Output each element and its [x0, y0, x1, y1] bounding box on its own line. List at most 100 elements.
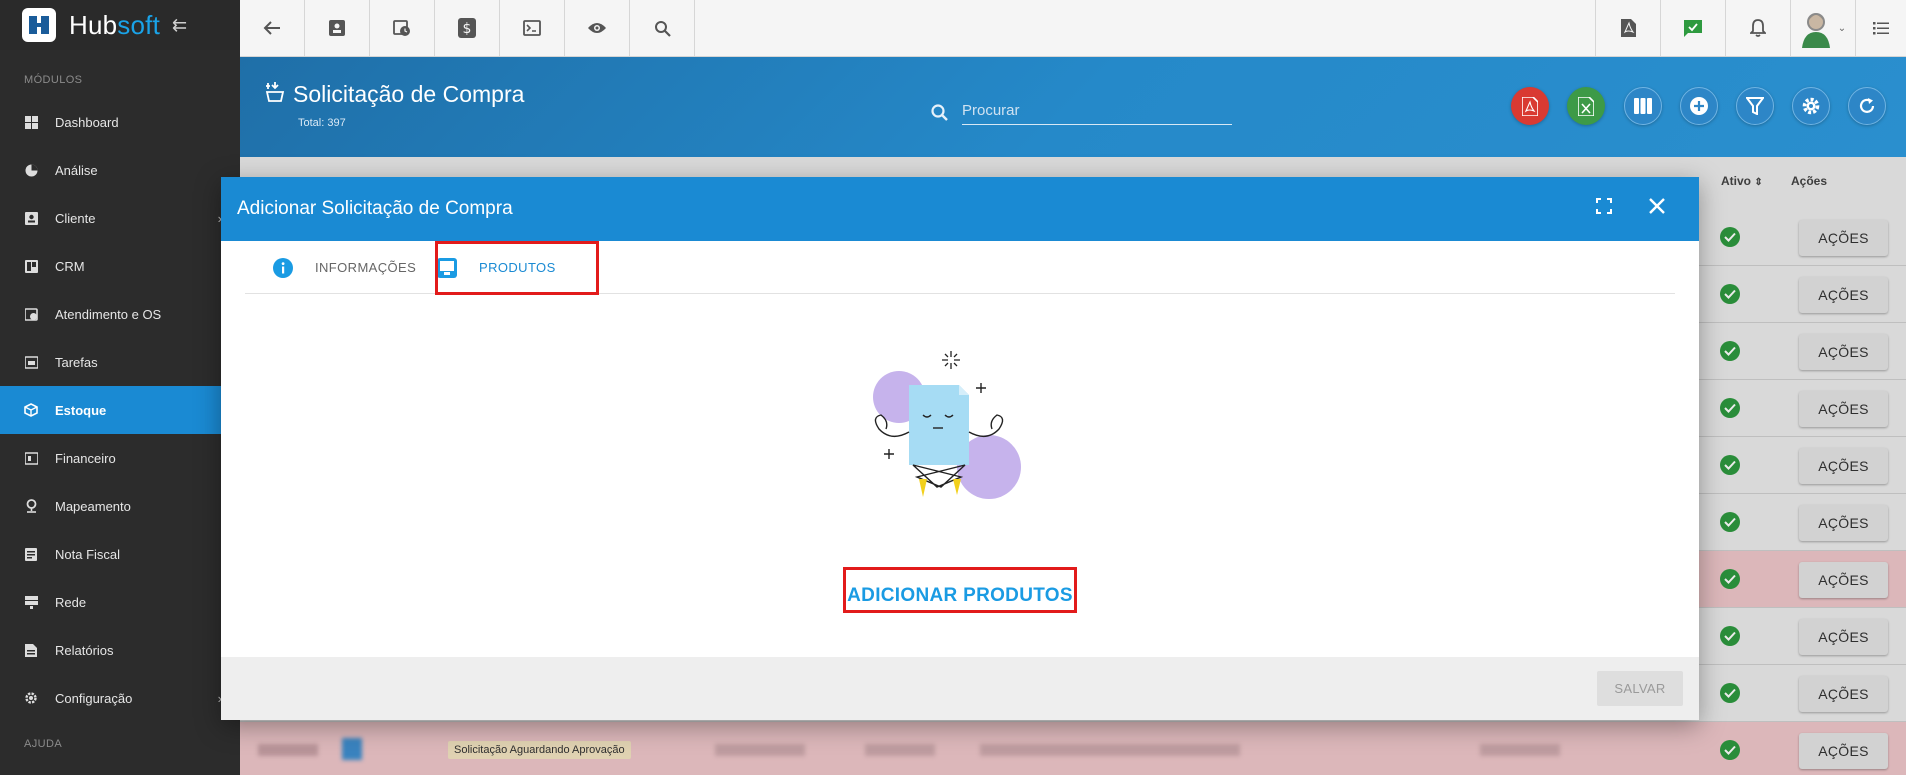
sidebar-item-tarefas[interactable]: Tarefas — [0, 338, 240, 386]
sidebar-item-label: Financeiro — [55, 450, 116, 466]
messages-button[interactable] — [1660, 0, 1725, 56]
sidebar-item-dashboard[interactable]: Dashboard — [0, 98, 240, 146]
sidebar-item-mapeamento[interactable]: Mapeamento — [0, 482, 240, 530]
sidebar-item-configuracao[interactable]: Configuração › — [0, 674, 240, 722]
terminal-button[interactable] — [500, 0, 565, 56]
sidebar: Hubsoft ⇇ MÓDULOS Dashboard Análise Clie… — [0, 0, 240, 775]
expand-icon — [1596, 198, 1612, 214]
bell-icon — [1750, 19, 1766, 37]
arrow-left-icon — [263, 21, 280, 35]
dollar-icon: $ — [458, 18, 476, 38]
sidebar-item-label: CRM — [55, 258, 85, 274]
calendar-clock-icon — [24, 307, 38, 321]
pdf-file-icon — [1522, 96, 1538, 116]
filter-button[interactable] — [1736, 87, 1774, 125]
modal-header: Adicionar Solicitação de Compra — [221, 177, 1699, 241]
export-pdf-button[interactable] — [1511, 87, 1549, 125]
pdf-file-icon — [1620, 19, 1636, 37]
modules-section-label: MÓDULOS — [24, 74, 83, 86]
dashboard-icon — [24, 115, 38, 129]
save-button[interactable]: SALVAR — [1597, 671, 1683, 706]
search-button[interactable] — [630, 0, 695, 56]
sidebar-item-relatorios[interactable]: Relatórios — [0, 626, 240, 674]
sidebar-item-label: Mapeamento — [55, 498, 131, 514]
meditating-document-illustration — [873, 351, 1021, 499]
avatar — [1801, 13, 1830, 48]
sidebar-item-label: Tarefas — [55, 354, 98, 370]
record-total: Total: 397 — [298, 117, 346, 129]
add-button[interactable] — [1680, 87, 1718, 125]
export-excel-button[interactable] — [1567, 87, 1605, 125]
financial-button[interactable]: $ — [435, 0, 500, 56]
sidebar-item-analise[interactable]: Análise — [0, 146, 240, 194]
sidebar-item-label: Cliente — [55, 210, 96, 226]
search-bar — [930, 97, 1232, 127]
search-icon — [654, 20, 671, 37]
excel-file-icon — [1578, 96, 1594, 116]
sidebar-item-cliente[interactable]: Cliente › — [0, 194, 240, 242]
sidebar-item-label: Estoque — [55, 402, 107, 418]
fullscreen-button[interactable] — [1596, 198, 1612, 219]
report-icon — [24, 643, 38, 657]
refresh-button[interactable] — [1848, 87, 1886, 125]
purchase-request-icon — [265, 82, 285, 102]
sidebar-item-label: Dashboard — [55, 114, 119, 130]
filter-icon — [1746, 97, 1764, 115]
tasks-icon — [24, 355, 38, 369]
sidebar-item-label: Rede — [55, 594, 87, 610]
modal-title: Adicionar Solicitação de Compra — [237, 198, 513, 219]
columns-icon — [1634, 98, 1652, 114]
notifications-button[interactable] — [1725, 0, 1790, 56]
search-icon — [931, 104, 948, 121]
user-menu[interactable]: ⌄ — [1790, 0, 1855, 56]
settings-button[interactable] — [1792, 87, 1830, 125]
tab-label: INFORMAÇÕES — [315, 260, 417, 275]
sidebar-item-crm[interactable]: CRM — [0, 242, 240, 290]
view-button[interactable] — [565, 0, 630, 56]
topbar: $ ⌄ — [240, 0, 1906, 57]
page-header: Solicitação de Compra Total: 397 — [240, 57, 1906, 157]
info-icon — [273, 257, 293, 278]
sidebar-item-atendimento-os[interactable]: Atendimento e OS — [0, 290, 240, 338]
close-button[interactable] — [1648, 197, 1666, 220]
refresh-icon — [1859, 98, 1875, 113]
sidebar-item-label: Atendimento e OS — [55, 306, 162, 322]
sidebar-item-label: Análise — [55, 162, 98, 178]
sidebar-item-label: Nota Fiscal — [55, 546, 121, 562]
brand: Hubsoft ⇇ — [0, 0, 240, 50]
back-button[interactable] — [240, 0, 305, 56]
contact-icon — [24, 211, 38, 225]
sidebar-item-label: Relatórios — [55, 642, 114, 658]
crm-icon — [24, 259, 38, 273]
tab-informacoes[interactable]: INFORMAÇÕES — [273, 241, 416, 294]
list-menu-button[interactable] — [1855, 0, 1906, 56]
help-section-label: AJUDA — [24, 738, 63, 750]
highlight-box — [843, 567, 1077, 613]
eye-icon — [588, 23, 606, 33]
page-title-group: Solicitação de Compra — [265, 81, 524, 108]
pie-chart-icon — [24, 163, 38, 177]
calendar-clock-icon — [393, 20, 410, 36]
modal-footer: SALVAR — [221, 657, 1699, 720]
svg-text:$: $ — [463, 21, 472, 37]
box-icon — [24, 403, 38, 417]
collapse-sidebar-icon[interactable]: ⇇ — [172, 15, 187, 36]
sidebar-item-financeiro[interactable]: Financeiro — [0, 434, 240, 482]
sidebar-item-nota-fiscal[interactable]: Nota Fiscal — [0, 530, 240, 578]
sidebar-item-rede[interactable]: Rede — [0, 578, 240, 626]
terminal-icon — [523, 20, 541, 36]
brand-name: Hubsoft — [69, 9, 161, 40]
contact-card-icon — [329, 20, 345, 36]
schedule-button[interactable] — [370, 0, 435, 56]
contacts-button[interactable] — [305, 0, 370, 56]
search-input[interactable] — [962, 97, 1232, 125]
sidebar-item-label: Configuração — [55, 690, 133, 706]
columns-button[interactable] — [1624, 87, 1662, 125]
highlight-box — [435, 241, 599, 295]
sidebar-item-estoque[interactable]: Estoque — [0, 386, 240, 434]
plus-circle-icon — [1690, 97, 1708, 115]
pdf-topbar-button[interactable] — [1595, 0, 1660, 56]
close-icon — [1649, 198, 1665, 214]
hubsoft-logo-icon — [22, 8, 56, 42]
gear-icon — [1802, 97, 1820, 115]
